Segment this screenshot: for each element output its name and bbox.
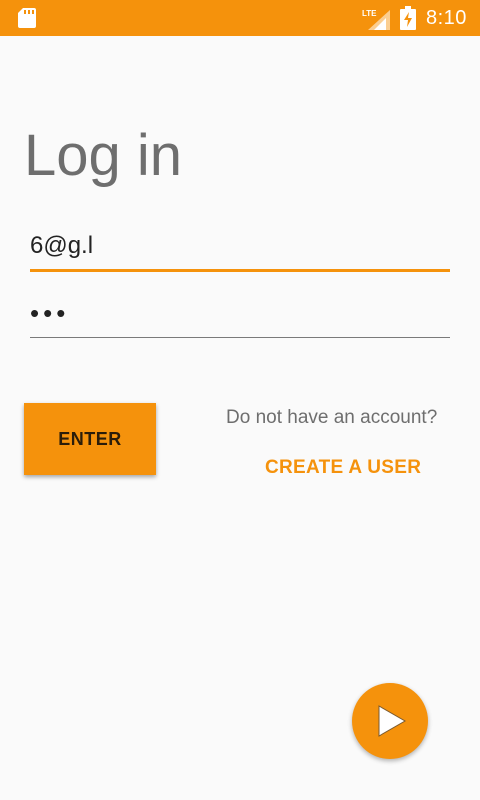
email-input[interactable] bbox=[30, 228, 450, 260]
password-input[interactable] bbox=[30, 296, 450, 329]
lte-label: LTE bbox=[362, 9, 377, 18]
no-account-text: Do not have an account? bbox=[226, 407, 438, 428]
status-bar: LTE 8:10 bbox=[0, 0, 480, 36]
password-field[interactable] bbox=[30, 296, 450, 338]
lte-signal-icon: LTE bbox=[362, 9, 390, 30]
enter-button[interactable]: ENTER bbox=[24, 403, 156, 475]
sd-card-icon bbox=[18, 8, 36, 28]
status-clock: 8:10 bbox=[426, 7, 467, 29]
play-fab-button[interactable] bbox=[352, 683, 428, 759]
create-user-link[interactable]: CREATE A USER bbox=[265, 457, 421, 479]
page-title: Log in bbox=[24, 123, 183, 188]
play-icon bbox=[378, 705, 407, 737]
email-field[interactable] bbox=[30, 228, 450, 272]
battery-icon bbox=[400, 6, 416, 30]
